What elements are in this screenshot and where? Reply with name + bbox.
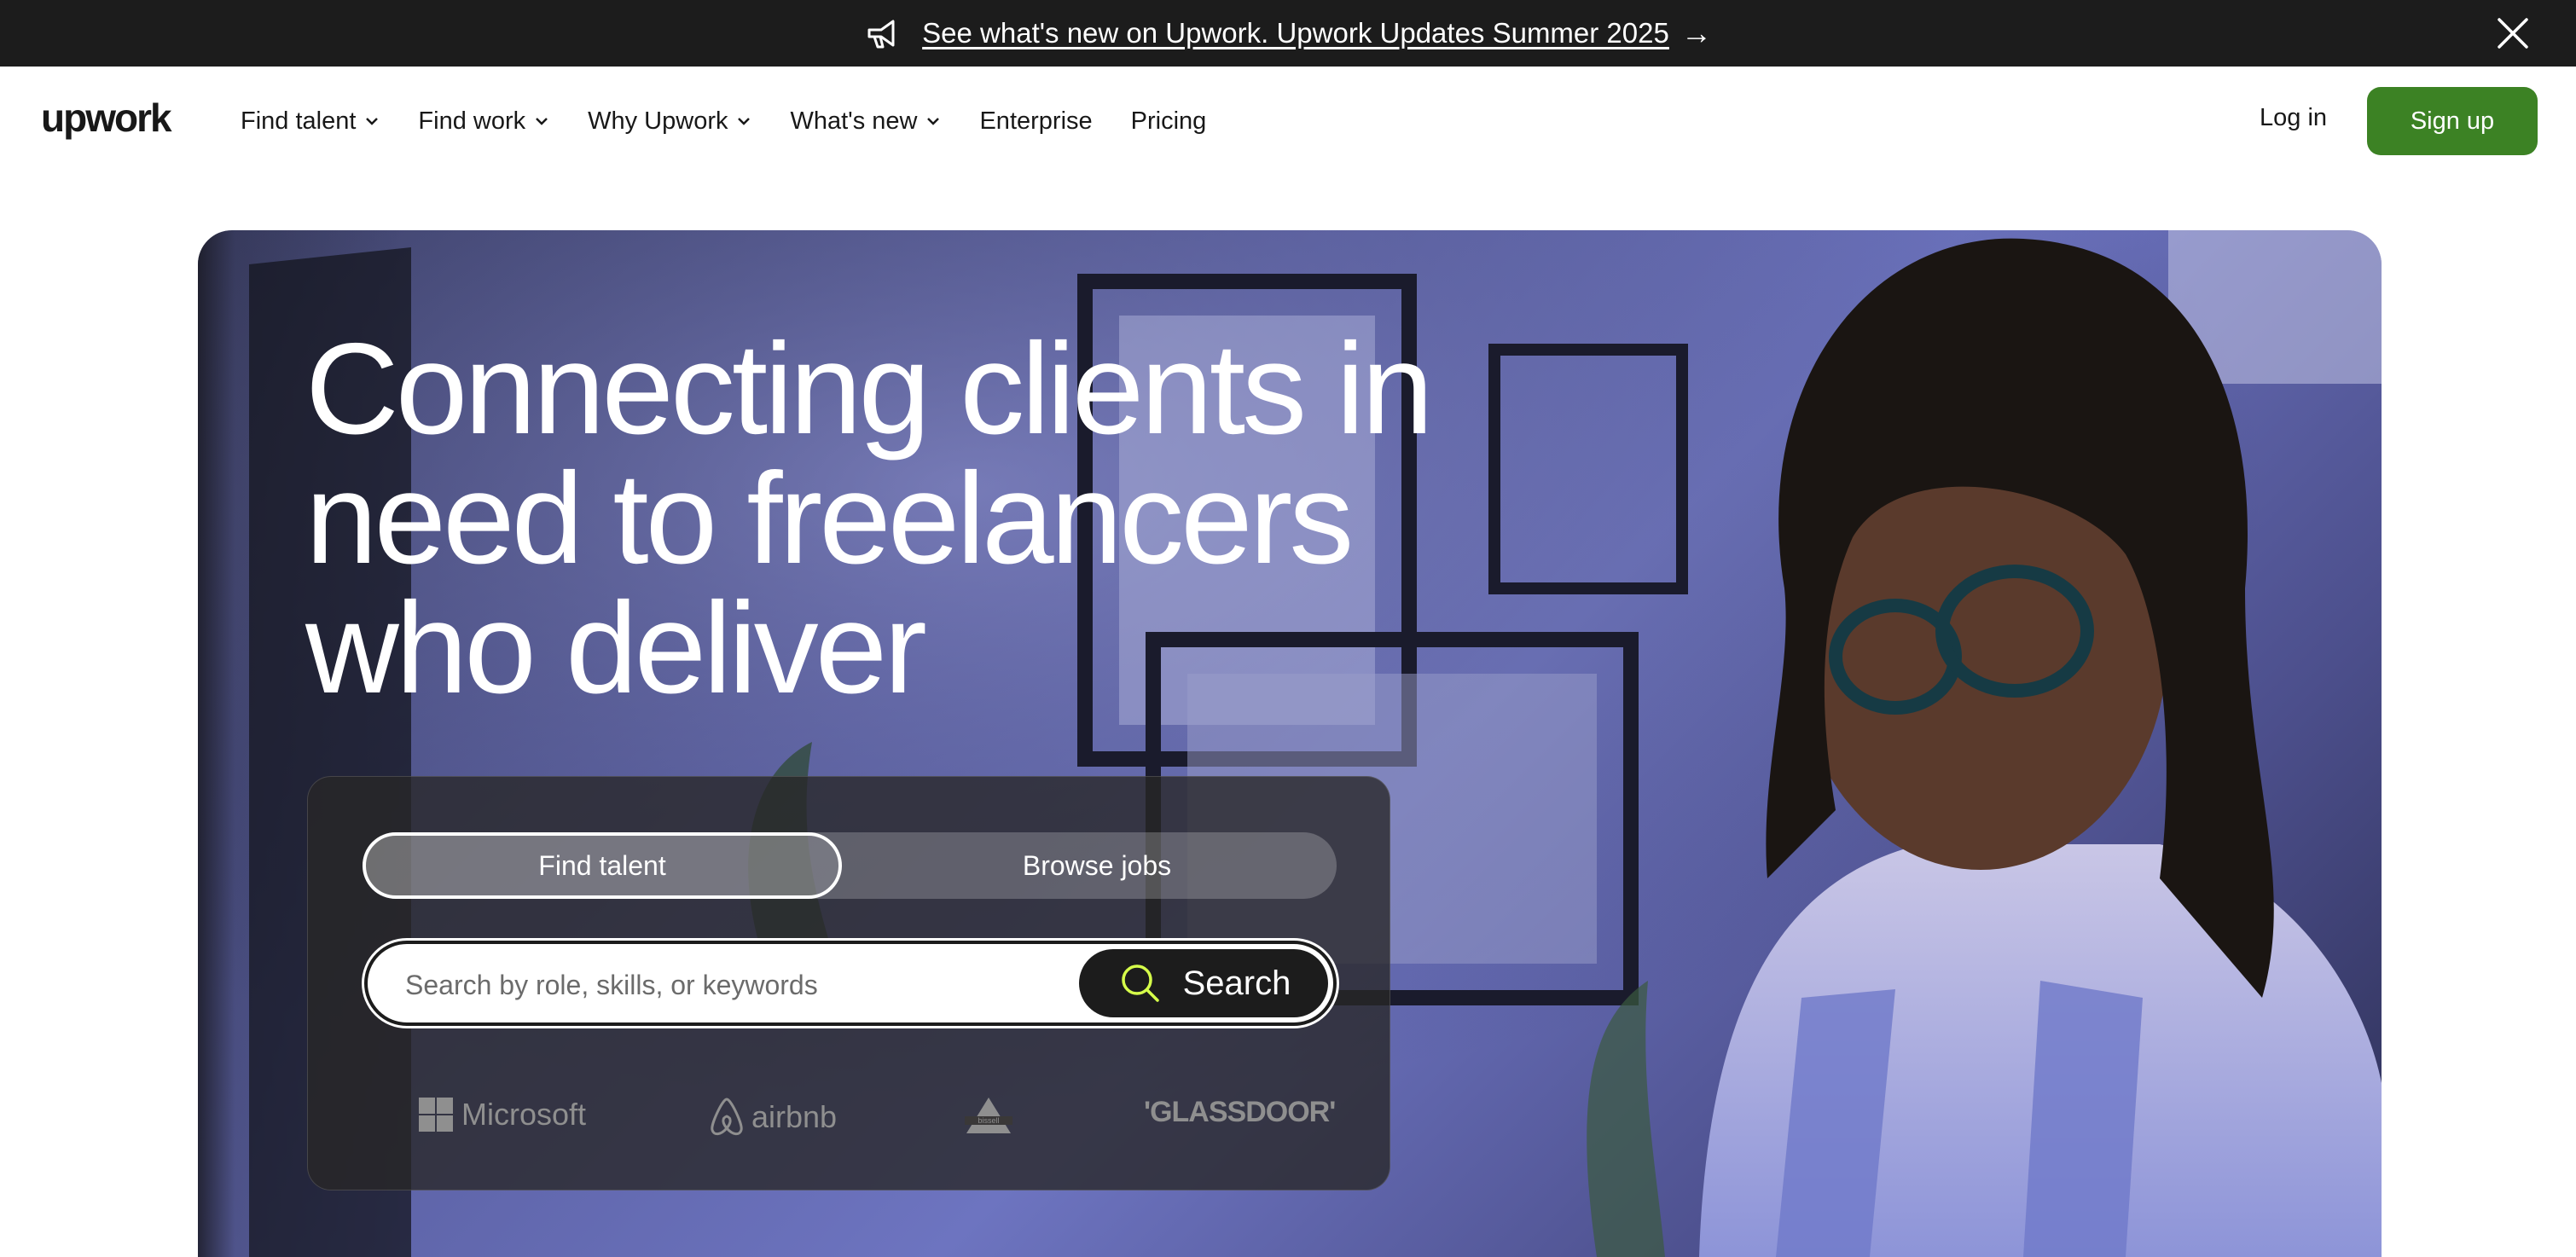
search-button-label: Search [1182,964,1291,1002]
arrow-right-icon: → [1680,15,1712,50]
search-card: Find talent Browse jobs Search by role, … [307,776,1390,1190]
nav-whats-new[interactable]: What's new [790,107,941,136]
main-nav: Find talent Find work Why Upwork What's … [241,67,1244,176]
search-button[interactable]: Search [1079,949,1328,1017]
brand-name: airbnb [751,1099,838,1134]
svg-text:upwork: upwork [41,99,172,140]
chevron-down-icon [927,118,940,125]
search-bar: Search [364,941,1337,1026]
megaphone-icon [867,20,895,49]
nav-label: Enterprise [979,107,1093,135]
nav-label: Why Upwork [588,107,728,135]
site-header: upwork Find talent Find work Why Upwork … [0,67,2576,176]
glassdoor-logo: 'GLASSDOOR' [1144,1096,1336,1129]
trusted-by-logos: Microsoft airbnb bissell 'GLASSDOOR' [308,1084,1391,1144]
brand-name: 'GLASSDOOR' [1144,1096,1336,1128]
bissell-icon: bissell [965,1098,1012,1133]
search-input[interactable] [405,961,1070,1009]
search-icon [1121,964,1159,1002]
tab-find-talent[interactable]: Find talent [363,832,842,899]
nav-label: Find talent [241,107,357,135]
brand-name: Microsoft [461,1097,587,1132]
microsoft-logo: Microsoft [417,1096,586,1133]
nav-why-upwork[interactable]: Why Upwork [588,107,751,136]
hero-headline: Connecting clients in need to freelancer… [305,316,1434,721]
login-link[interactable]: Log in [2260,104,2327,132]
search-mode-toggle: Find talent Browse jobs [363,832,1337,899]
nav-find-talent[interactable]: Find talent [241,107,380,136]
signup-button[interactable]: Sign up [2367,87,2538,155]
nav-pricing[interactable]: Pricing [1131,107,1207,136]
bissell-logo: bissell [961,1096,1016,1135]
nav-enterprise[interactable]: Enterprise [979,107,1092,136]
chevron-down-icon [738,118,751,125]
airbnb-logo: airbnb [707,1096,837,1138]
chevron-down-icon [366,118,379,125]
airbnb-icon [711,1098,743,1136]
upwork-logo[interactable]: upwork [41,99,183,143]
svg-text:bissell: bissell [978,1116,999,1125]
nav-find-work[interactable]: Find work [418,107,549,136]
tab-browse-jobs[interactable]: Browse jobs [857,832,1337,899]
nav-label: Pricing [1130,107,1207,135]
announcement-link[interactable]: See what's new on Upwork. Upwork Updates… [922,17,1669,49]
close-icon[interactable] [2494,14,2532,52]
nav-label: What's new [790,107,918,135]
hero-section: Connecting clients in need to freelancer… [198,230,2382,1257]
announcement-bar: See what's new on Upwork. Upwork Updates… [0,0,2576,67]
chevron-down-icon [536,118,548,125]
nav-label: Find work [418,107,526,135]
microsoft-icon [419,1098,453,1132]
